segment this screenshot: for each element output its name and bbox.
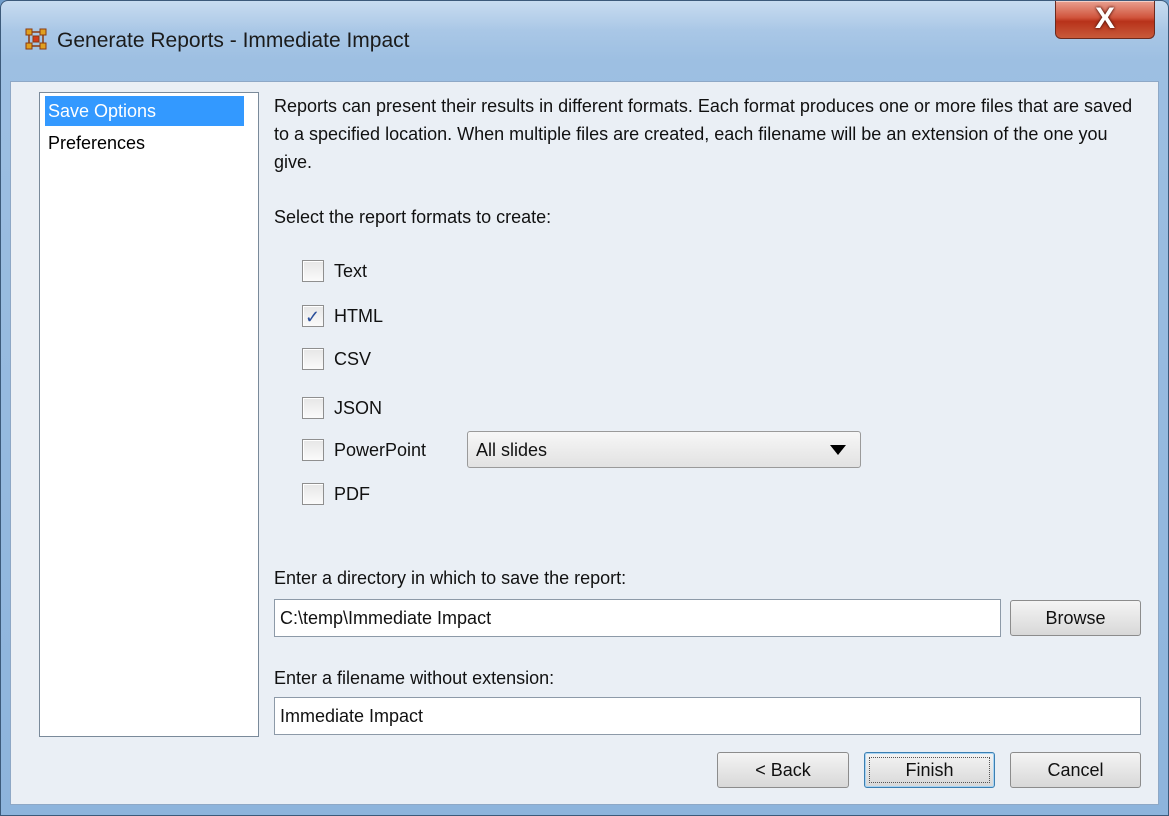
powerpoint-checkbox[interactable] <box>302 439 324 461</box>
text-label: Text <box>334 260 368 281</box>
nav-item-save-options[interactable]: Save Options <box>45 96 244 126</box>
cancel-button[interactable]: Cancel <box>1010 752 1141 788</box>
csv-label: CSV <box>334 348 372 369</box>
checkmark-icon: ✓ <box>305 307 321 327</box>
powerpoint-slides-value: All slides <box>476 440 548 460</box>
format-option-text[interactable]: Text <box>302 258 367 284</box>
close-icon: X <box>1094 2 1115 35</box>
format-option-pdf[interactable]: PDF <box>302 481 370 507</box>
format-option-html[interactable]: ✓ HTML <box>302 303 383 329</box>
pdf-checkbox[interactable] <box>302 483 324 505</box>
directory-prompt: Enter a directory in which to save the r… <box>274 568 627 588</box>
html-label: HTML <box>334 305 383 326</box>
description-text: Reports can present their results in dif… <box>274 96 1133 172</box>
filename-prompt: Enter a filename without extension: <box>274 668 555 688</box>
formats-prompt: Select the report formats to create: <box>274 207 552 227</box>
pdf-label: PDF <box>334 483 370 504</box>
csv-checkbox[interactable] <box>302 348 324 370</box>
dropdown-arrow-icon <box>830 445 846 455</box>
nav-item-preferences[interactable]: Preferences <box>45 128 244 158</box>
close-button[interactable]: X <box>1055 1 1155 39</box>
app-network-icon <box>25 28 47 50</box>
back-button[interactable]: < Back <box>717 752 849 788</box>
json-checkbox[interactable] <box>302 397 324 419</box>
filename-input[interactable]: Immediate Impact <box>274 697 1141 735</box>
format-option-powerpoint[interactable]: PowerPoint <box>302 437 426 463</box>
powerpoint-slides-select[interactable]: All slides <box>467 431 861 468</box>
window-title: Generate Reports - Immediate Impact <box>57 29 410 52</box>
focus-ring <box>869 757 990 783</box>
finish-button[interactable]: Finish <box>864 752 995 788</box>
format-option-json[interactable]: JSON <box>302 395 382 421</box>
format-option-csv[interactable]: CSV <box>302 346 371 372</box>
options-nav-list: Save Options Preferences <box>39 92 259 737</box>
browse-button[interactable]: Browse <box>1010 600 1141 636</box>
text-checkbox[interactable] <box>302 260 324 282</box>
dialog-content: Save Options Preferences Reports can pre… <box>10 81 1159 805</box>
json-label: JSON <box>334 397 383 418</box>
title-bar[interactable]: Generate Reports - Immediate Impact X <box>1 1 1168 81</box>
directory-input[interactable]: C:\temp\Immediate Impact <box>274 599 1001 637</box>
powerpoint-label: PowerPoint <box>334 439 427 460</box>
html-checkbox[interactable]: ✓ <box>302 305 324 327</box>
dialog-window: Generate Reports - Immediate Impact X Sa… <box>0 0 1169 816</box>
